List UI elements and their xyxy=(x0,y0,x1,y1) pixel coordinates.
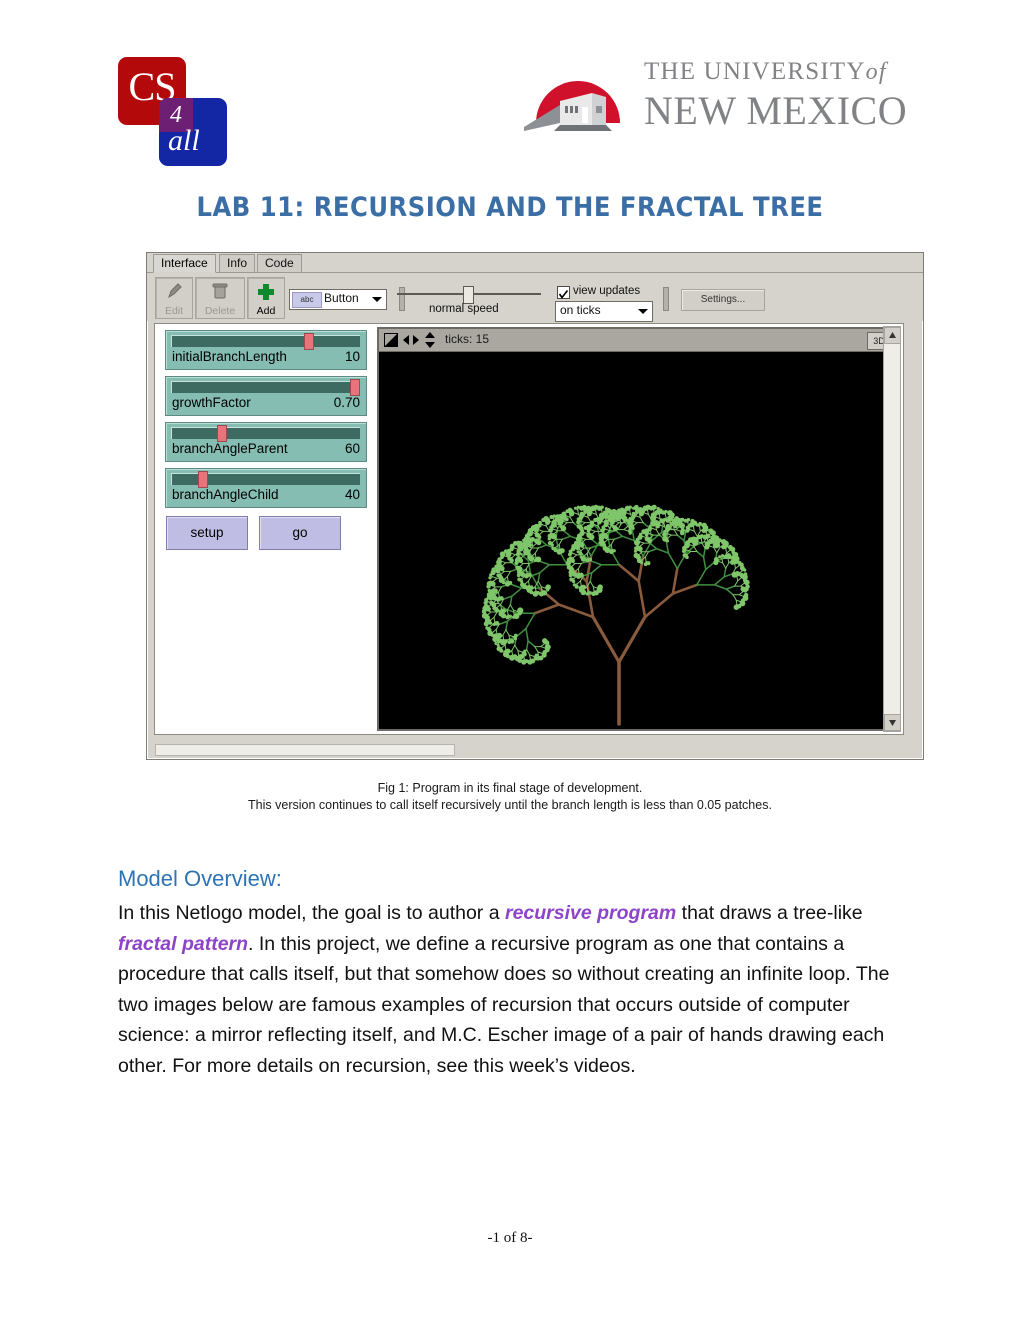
slider-value-2: 0.70 xyxy=(334,395,360,410)
interface-panel: initialBranchLength 10 growthFactor 0.70… xyxy=(154,323,904,735)
edit-button-label: Edit xyxy=(156,305,192,317)
slider-branchAngleChild[interactable]: branchAngleChild 40 xyxy=(165,468,367,508)
widget-type-value: Button xyxy=(324,291,359,305)
tab-interface[interactable]: Interface xyxy=(153,254,216,273)
add-button[interactable]: Add xyxy=(247,277,285,319)
toolbar: Edit Delete Add abc Button normal speed … xyxy=(147,273,923,321)
slider-label-3: branchAngleParent xyxy=(172,441,288,456)
slider-value-3: 60 xyxy=(345,441,360,456)
pencil-icon xyxy=(156,281,192,301)
horizontal-arrows-icon[interactable] xyxy=(403,333,419,347)
slider-label-2: growthFactor xyxy=(172,395,251,410)
vertical-arrows-icon[interactable] xyxy=(423,332,437,348)
unm-line2: NEW MEXICO xyxy=(644,89,924,133)
go-button[interactable]: go xyxy=(259,516,341,550)
tab-info[interactable]: Info xyxy=(219,254,255,272)
speed-slider-thumb[interactable] xyxy=(463,286,474,304)
view-header: ticks: 15 3D xyxy=(379,329,895,352)
trash-icon xyxy=(196,281,244,301)
chevron-down-icon xyxy=(372,297,382,302)
slider-thumb-3[interactable] xyxy=(217,425,227,442)
slider-value-4: 40 xyxy=(345,487,360,502)
figure-caption: Fig 1: Program in its final stage of dev… xyxy=(0,780,1020,814)
toolbar-separator-1 xyxy=(399,287,405,311)
tab-bar: Interface Info Code xyxy=(147,253,923,273)
vertical-scrollbar[interactable] xyxy=(883,326,901,732)
unm-logo: THE UNIVERSITYof NEW MEXICO xyxy=(520,55,910,145)
cs4all-logo: CS 4 all xyxy=(118,57,230,167)
unm-of: of xyxy=(866,59,887,85)
cs4all-all-text: all xyxy=(168,119,228,163)
emphasis-fractal-pattern: fractal pattern xyxy=(118,933,248,955)
overview-heading: Model Overview: xyxy=(118,866,282,892)
scroll-down-button[interactable] xyxy=(884,714,901,731)
netlogo-view[interactable]: ticks: 15 3D xyxy=(377,327,897,731)
unm-line1: THE UNIVERSITY xyxy=(644,58,866,85)
page-header: CS 4 all THE UNIVERSITYof NEW MEXICO xyxy=(0,0,1020,180)
document-page: CS 4 all THE UNIVERSITYof NEW MEXICO LAB… xyxy=(0,0,1020,1320)
slider-label-4: branchAngleChild xyxy=(172,487,279,502)
add-button-label: Add xyxy=(248,305,284,317)
view-updates-label: view updates xyxy=(573,285,640,297)
slider-value-1: 10 xyxy=(345,349,360,364)
slider-thumb-4[interactable] xyxy=(198,471,208,488)
settings-button[interactable]: Settings... xyxy=(681,289,765,311)
slider-track-2 xyxy=(171,381,360,393)
tab-code[interactable]: Code xyxy=(257,254,302,272)
caption-line-2: This version continues to call itself re… xyxy=(0,797,1020,814)
slider-branchAngleParent[interactable]: branchAngleParent 60 xyxy=(165,422,367,462)
caret-up-icon xyxy=(885,328,900,343)
horizontal-scrollbar[interactable] xyxy=(155,744,455,756)
overview-paragraph: In this Netlogo model, the goal is to au… xyxy=(118,898,908,1081)
overview-text-1: In this Netlogo model, the goal is to au… xyxy=(118,902,505,924)
widget-type-dropdown[interactable]: abc Button xyxy=(289,289,387,310)
update-mode-dropdown[interactable]: on ticks xyxy=(555,301,653,322)
chevron-down-icon-2 xyxy=(638,309,648,314)
scroll-up-button[interactable] xyxy=(884,327,901,344)
slider-growthFactor[interactable]: growthFactor 0.70 xyxy=(165,376,367,416)
edit-button[interactable]: Edit xyxy=(155,277,193,319)
delete-button[interactable]: Delete xyxy=(195,277,245,319)
slider-track-3 xyxy=(171,427,360,439)
view-updates-checkbox[interactable] xyxy=(557,286,570,299)
page-footer: -1 of 8- xyxy=(0,1230,1020,1247)
toolbar-separator-2 xyxy=(663,287,669,311)
overview-text-2: that draws a tree-like xyxy=(676,902,862,924)
fractal-tree-canvas[interactable] xyxy=(379,352,891,727)
abc-icon: abc xyxy=(292,292,322,308)
emphasis-recursive-program: recursive program xyxy=(505,902,676,924)
check-icon xyxy=(558,289,569,300)
update-mode-value: on ticks xyxy=(560,303,601,317)
slider-label-1: initialBranchLength xyxy=(172,349,287,364)
caption-line-1: Fig 1: Program in its final stage of dev… xyxy=(0,780,1020,797)
plus-icon xyxy=(248,281,284,301)
speed-label: normal speed xyxy=(429,303,499,315)
caret-down-icon xyxy=(885,715,900,730)
ticks-label: ticks: 15 xyxy=(445,332,489,346)
slider-track-1 xyxy=(171,335,360,347)
slider-thumb-1[interactable] xyxy=(304,333,314,350)
setup-button[interactable]: setup xyxy=(166,516,248,550)
unm-wordmark: THE UNIVERSITYof NEW MEXICO xyxy=(644,55,924,139)
select-tool-icon[interactable] xyxy=(384,333,398,347)
delete-button-label: Delete xyxy=(196,305,244,317)
unm-dome-icon xyxy=(520,61,636,135)
netlogo-window: Interface Info Code Edit Delete Add abc … xyxy=(146,252,924,760)
slider-thumb-2[interactable] xyxy=(350,379,360,396)
page-title: Lab 11: Recursion and the Fractal Tree xyxy=(0,192,1020,223)
fractal-tree-drawing xyxy=(379,352,891,727)
slider-initialBranchLength[interactable]: initialBranchLength 10 xyxy=(165,330,367,370)
